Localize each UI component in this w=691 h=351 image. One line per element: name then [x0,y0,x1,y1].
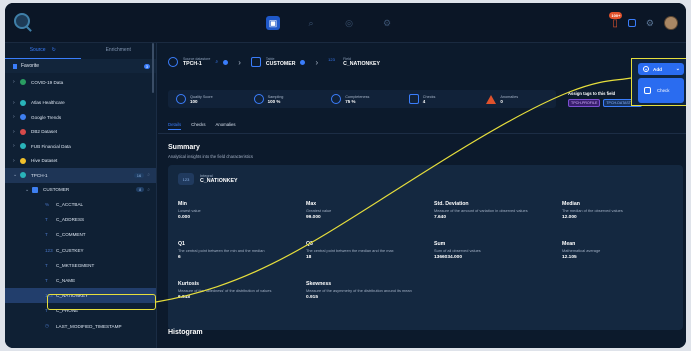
app-window: ▣ ⌕ ◎ ⚙ ▯ 100+ ⚙ Source ↻ Enrichment Favor… [5,3,686,348]
connector-line [155,77,632,303]
annotation-connector [155,77,632,303]
